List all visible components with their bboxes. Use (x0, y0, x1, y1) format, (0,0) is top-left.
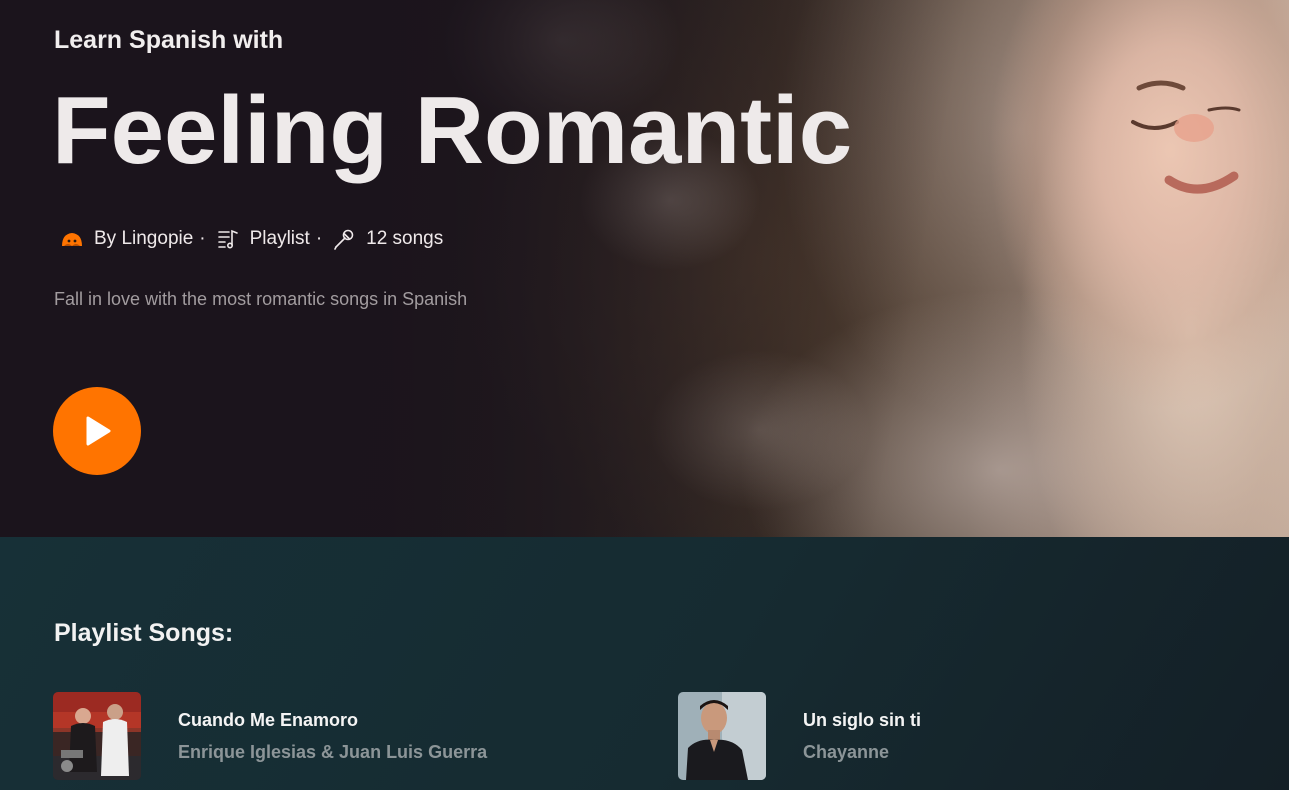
playlist-description: Fall in love with the most romantic song… (54, 289, 468, 309)
song-item[interactable]: Cuando Me Enamoro Enrique Iglesias & Jua… (53, 692, 487, 780)
song-count: 12 songs (366, 228, 444, 249)
playlist-icon (216, 227, 240, 251)
playlist-author[interactable]: By Lingopie (94, 228, 193, 250)
song-item[interactable]: Un siglo sin ti Chayanne (678, 692, 921, 780)
song-title: Cuando Me Enamoro (178, 710, 359, 730)
song-thumbnail (53, 692, 141, 780)
playlist-songs-section: Playlist Songs: Cuando Me Enamoro Enriqu… (0, 537, 1289, 790)
song-thumbnail (678, 692, 766, 780)
song-title: Un siglo sin ti (803, 710, 922, 730)
song-artist: Enrique Iglesias & Juan Luis Guerra (178, 742, 488, 762)
meta-separator: · (199, 228, 206, 249)
meta-separator: · (315, 228, 323, 249)
song-info: Un siglo sin ti Chayanne (803, 692, 921, 763)
play-icon (86, 416, 111, 446)
hero-kicker: Learn Spanish with (54, 26, 284, 54)
playlist-type: Playlist (249, 228, 310, 249)
playlist-meta: By Lingopie · Playlist · 12 songs (60, 226, 443, 252)
playlist-title: Feeling Romantic (52, 77, 853, 184)
play-button[interactable] (53, 387, 141, 475)
face-features-image (1131, 80, 1241, 194)
song-info: Cuando Me Enamoro Enrique Iglesias & Jua… (178, 692, 487, 763)
song-artist: Chayanne (803, 742, 890, 762)
playlist-songs-heading: Playlist Songs: (54, 619, 234, 647)
microphone-icon (332, 227, 356, 251)
playlist-hero: Learn Spanish with Feeling Romantic By L… (0, 0, 1289, 537)
lingopie-logo-icon (60, 227, 84, 251)
